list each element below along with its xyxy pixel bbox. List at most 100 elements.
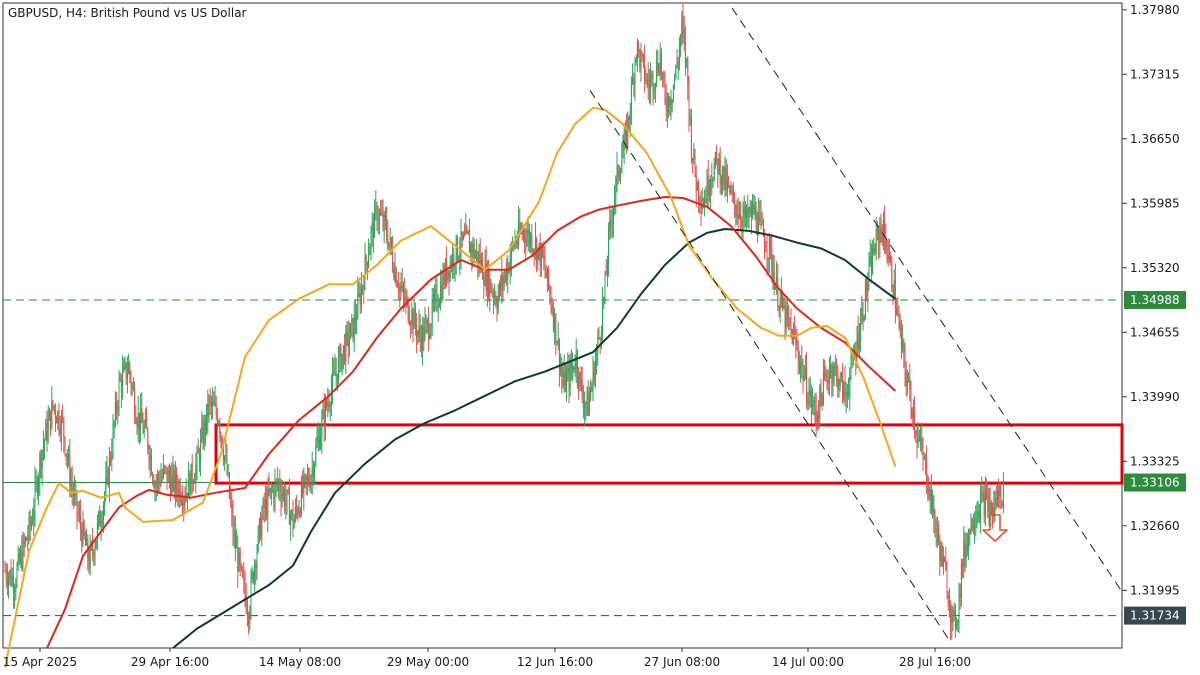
candle-body — [656, 61, 658, 83]
candle-body — [174, 473, 176, 492]
candle-body — [220, 433, 222, 437]
candle-body — [831, 365, 833, 382]
candle-body — [850, 357, 852, 376]
candle-body — [68, 454, 70, 460]
candle-body — [219, 422, 221, 434]
candle-body — [790, 325, 792, 329]
candle-body — [254, 563, 256, 582]
candle-body — [225, 455, 227, 457]
candle-body — [788, 317, 790, 319]
candle-body — [880, 227, 882, 229]
candle-body — [777, 277, 779, 308]
candle-body — [432, 299, 434, 303]
candle-body — [1002, 481, 1004, 506]
candle-body — [398, 287, 400, 292]
candle-body — [945, 562, 947, 570]
candle-body — [318, 436, 320, 449]
candle-body — [555, 313, 557, 343]
candle-body — [534, 239, 536, 251]
candle-body — [99, 512, 101, 527]
candle-body — [972, 527, 974, 531]
candle-body — [257, 529, 259, 552]
candle-body — [106, 470, 108, 478]
candle-body — [838, 385, 840, 390]
candle-body — [562, 376, 564, 386]
candle-body — [984, 491, 986, 517]
candle-body — [765, 249, 767, 252]
candle-body — [233, 531, 235, 536]
candle-body — [621, 158, 623, 172]
candle-body — [903, 340, 905, 353]
candle-body — [303, 475, 305, 494]
candle-body — [267, 488, 269, 516]
candle-body — [717, 158, 719, 173]
candle-body — [669, 96, 671, 108]
candle-body — [904, 352, 906, 372]
candle-body — [389, 238, 391, 243]
candle-body — [970, 518, 972, 534]
candle-body — [816, 416, 818, 422]
candle-body — [152, 474, 154, 480]
candle-body — [996, 490, 998, 507]
candle-body — [131, 385, 133, 387]
candle-body — [960, 563, 962, 598]
candle-body — [190, 463, 192, 496]
candle-body — [698, 181, 700, 200]
candle-body — [526, 236, 528, 245]
candle-body — [255, 563, 257, 569]
candle-body — [52, 400, 54, 406]
candle-body — [371, 221, 373, 231]
candle-body — [264, 499, 266, 510]
candle-body — [360, 287, 362, 305]
candle-body — [770, 237, 772, 248]
candle-body — [328, 402, 330, 407]
candle-body — [54, 408, 56, 419]
candle-body — [166, 467, 168, 483]
candle-body — [753, 204, 755, 214]
candle-body — [473, 244, 475, 258]
candle-body — [543, 255, 545, 260]
candle-body — [440, 284, 442, 303]
candle-body — [786, 307, 788, 318]
candle-body — [599, 338, 601, 340]
candle-body — [434, 293, 436, 303]
candle-body — [408, 320, 410, 324]
candle-body — [134, 389, 136, 416]
x-tick-label: 14 May 08:00 — [259, 655, 341, 669]
candle-body — [161, 475, 163, 479]
candle-body — [650, 78, 652, 88]
candle-body — [240, 564, 242, 568]
candle-body — [897, 313, 899, 315]
candle-body — [774, 285, 776, 290]
candle-body — [246, 611, 248, 616]
candle-body — [867, 283, 869, 296]
candle-body — [36, 480, 38, 494]
candle-body — [332, 371, 334, 389]
candle-body — [994, 498, 996, 508]
candle-body — [545, 271, 547, 279]
candle-body — [496, 304, 498, 311]
candle-body — [809, 390, 811, 396]
candle-body — [60, 415, 62, 435]
candle-body — [552, 312, 554, 329]
candle-body — [136, 422, 138, 428]
candle-body — [896, 308, 898, 315]
candle-body — [500, 282, 502, 290]
candle-body — [663, 75, 665, 79]
candle-body — [200, 438, 202, 463]
candle-body — [875, 228, 877, 253]
candle-body — [941, 545, 943, 567]
candle-body — [636, 42, 638, 57]
candle-body — [294, 506, 296, 519]
candle-body — [149, 454, 151, 462]
candle-body — [605, 274, 607, 276]
candle-body — [11, 575, 13, 585]
candle-body — [692, 158, 694, 161]
candle-body — [455, 236, 457, 265]
candle-body — [76, 491, 78, 513]
candle-body — [635, 56, 637, 62]
candle-body — [284, 490, 286, 507]
candle-body — [78, 514, 80, 516]
candle-body — [405, 297, 407, 303]
candle-body — [5, 570, 7, 580]
